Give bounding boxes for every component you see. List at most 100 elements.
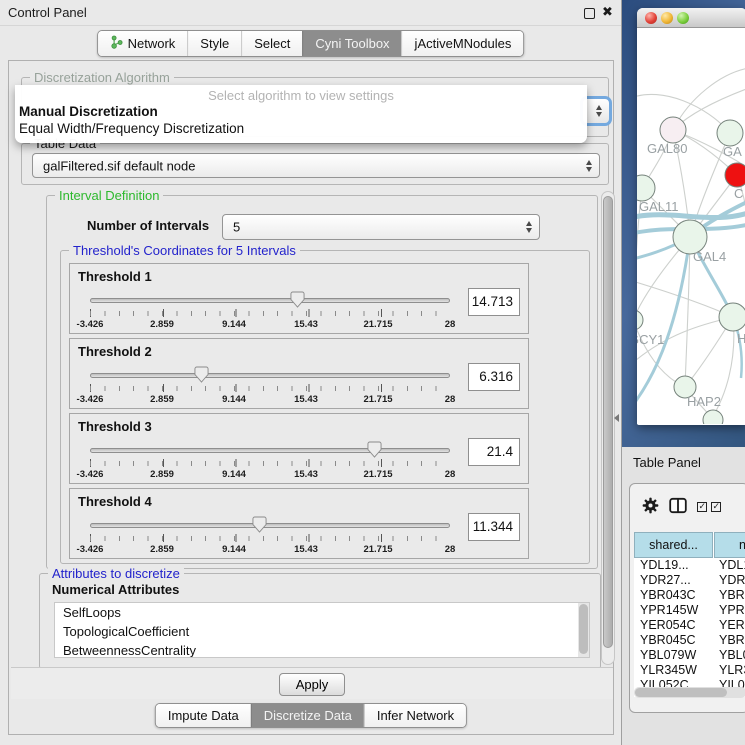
- threshold-label: Threshold 4: [78, 494, 152, 509]
- apply-button[interactable]: Apply: [279, 673, 346, 696]
- interval-definition-group: Interval Definition Number of Intervals …: [46, 195, 598, 569]
- network-node-label: GCY1: [637, 332, 664, 347]
- slider-thumb[interactable]: [290, 291, 305, 308]
- table-row[interactable]: YBR045CYBR0: [634, 633, 745, 648]
- control-panel: Control Panel ✖ Network Style: [0, 0, 622, 745]
- cell-name[interactable]: YBL0: [714, 648, 745, 663]
- cell-shared-name[interactable]: YDL19...: [634, 558, 714, 573]
- slider-track[interactable]: [90, 373, 450, 378]
- tick-label: 28: [445, 469, 456, 480]
- network-node[interactable]: [725, 163, 745, 187]
- tab-network[interactable]: Network: [98, 31, 188, 56]
- cell-name[interactable]: YDL1: [714, 558, 745, 573]
- cell-name[interactable]: YPR1: [714, 603, 745, 618]
- cell-shared-name[interactable]: YDR27...: [634, 573, 714, 588]
- table-row[interactable]: YER054CYER0: [634, 618, 745, 633]
- tab-style[interactable]: Style: [187, 31, 241, 56]
- dropdown-option-manual-discretization[interactable]: Manual Discretization: [15, 103, 587, 120]
- slider-track[interactable]: [90, 298, 450, 303]
- minimize-traffic-light-icon[interactable]: [661, 12, 673, 24]
- attribute-list-item[interactable]: BetweennessCentrality: [55, 641, 589, 658]
- zoom-traffic-light-icon[interactable]: [677, 12, 689, 24]
- tab-impute-data[interactable]: Impute Data: [156, 704, 251, 727]
- network-node[interactable]: [660, 117, 686, 143]
- slider-tick-labels: -3.4262.8599.14415.4321.71528: [90, 319, 450, 331]
- close-traffic-light-icon[interactable]: [645, 12, 657, 24]
- threshold-2-value-field[interactable]: 6.316: [468, 363, 520, 391]
- gear-icon[interactable]: [642, 497, 659, 519]
- tick-label: -3.426: [77, 469, 104, 480]
- tick-label: 21.715: [363, 544, 392, 555]
- network-graph: GAL80GACGAL11GAL4GCY1HAHAP2: [637, 28, 745, 424]
- cell-name[interactable]: YLR3: [714, 663, 745, 678]
- attribute-list-item[interactable]: SelfLoops: [55, 603, 589, 622]
- network-window[interactable]: GAL80GACGAL11GAL4GCY1HAHAP2: [637, 8, 745, 425]
- network-node[interactable]: [719, 303, 745, 331]
- scrollbar-thumb[interactable]: [603, 196, 613, 648]
- scrollbar-thumb[interactable]: [579, 604, 588, 654]
- panel-vertical-scrollbar[interactable]: [601, 191, 615, 665]
- cell-shared-name[interactable]: YBL079W: [634, 648, 714, 663]
- column-header-shared-name[interactable]: shared...: [634, 532, 713, 558]
- network-window-titlebar[interactable]: [637, 8, 745, 28]
- network-node[interactable]: [637, 175, 655, 201]
- threshold-3-slider[interactable]: -3.4262.8599.14415.4321.71528: [90, 441, 450, 481]
- checked-box-icon[interactable]: [697, 502, 707, 512]
- tick-label: 9.144: [222, 544, 246, 555]
- checked-box-icon[interactable]: [711, 502, 721, 512]
- slider-track[interactable]: [90, 523, 450, 528]
- combobox-value: 5: [233, 220, 240, 235]
- table-row[interactable]: YBR043CYBR0: [634, 588, 745, 603]
- slider-thumb[interactable]: [194, 366, 209, 383]
- threshold-2-slider[interactable]: -3.4262.8599.14415.4321.71528: [90, 366, 450, 406]
- table-row[interactable]: YDL19...YDL1: [634, 558, 745, 573]
- tab-select[interactable]: Select: [241, 31, 302, 56]
- group-title: Attributes to discretize: [48, 566, 184, 581]
- columns-icon[interactable]: [669, 497, 687, 519]
- cell-name[interactable]: YDR2: [714, 573, 745, 588]
- network-node-label: C: [734, 186, 743, 201]
- float-panel-icon[interactable]: [584, 8, 595, 19]
- cell-name[interactable]: YBR0: [714, 633, 745, 648]
- tick-label: 2.859: [150, 394, 174, 405]
- slider-thumb[interactable]: [252, 516, 267, 533]
- attributes-list-scrollbar[interactable]: [578, 603, 589, 657]
- attribute-list-item[interactable]: TopologicalCoefficient: [55, 622, 589, 641]
- tab-jactivemnodules[interactable]: jActiveMNodules: [402, 31, 524, 56]
- group-title: Threshold's Coordinates for 5 Intervals: [69, 243, 300, 258]
- slider-track[interactable]: [90, 448, 450, 453]
- close-panel-icon[interactable]: ✖: [602, 4, 613, 20]
- table-horizontal-scrollbar[interactable]: [634, 687, 745, 698]
- table-row[interactable]: YBL079WYBL0: [634, 648, 745, 663]
- tick-label: 21.715: [363, 394, 392, 405]
- table-row[interactable]: YLR345WYLR3: [634, 663, 745, 678]
- threshold-4-value-field[interactable]: 11.344: [468, 513, 520, 541]
- tab-infer-network[interactable]: Infer Network: [364, 704, 466, 727]
- table-data-combobox[interactable]: galFiltered.sif default node: [32, 153, 600, 178]
- cell-shared-name[interactable]: YPR145W: [634, 603, 714, 618]
- table-row[interactable]: YPR145WYPR1: [634, 603, 745, 618]
- column-header-name[interactable]: name: [714, 532, 745, 558]
- divider-grip[interactable]: [614, 414, 619, 422]
- cell-name[interactable]: YBR0: [714, 588, 745, 603]
- threshold-1-value-field[interactable]: 14.713: [468, 288, 520, 316]
- network-canvas[interactable]: GAL80GACGAL11GAL4GCY1HAHAP2: [637, 28, 745, 424]
- cell-shared-name[interactable]: YLR345W: [634, 663, 714, 678]
- threshold-1-slider[interactable]: -3.4262.8599.14415.4321.71528: [90, 291, 450, 331]
- network-node[interactable]: [717, 120, 743, 146]
- table-row[interactable]: YDR27...YDR2: [634, 573, 745, 588]
- network-node[interactable]: [637, 310, 643, 330]
- cell-shared-name[interactable]: YER054C: [634, 618, 714, 633]
- scrollbar-thumb[interactable]: [635, 688, 727, 697]
- numerical-attributes-list[interactable]: SelfLoopsTopologicalCoefficientBetweenne…: [54, 602, 590, 658]
- threshold-3-value-field[interactable]: 21.4: [468, 438, 520, 466]
- num-intervals-combobox[interactable]: 5: [222, 214, 540, 240]
- dropdown-option-equal-width-frequency[interactable]: Equal Width/Frequency Discretization: [15, 120, 587, 137]
- cell-shared-name[interactable]: YBR045C: [634, 633, 714, 648]
- cell-shared-name[interactable]: YBR043C: [634, 588, 714, 603]
- threshold-4-slider[interactable]: -3.4262.8599.14415.4321.71528: [90, 516, 450, 556]
- tab-discretize-data[interactable]: Discretize Data: [251, 704, 364, 727]
- slider-thumb[interactable]: [367, 441, 382, 458]
- cell-name[interactable]: YER0: [714, 618, 745, 633]
- tab-cyni-toolbox[interactable]: Cyni Toolbox: [302, 31, 401, 56]
